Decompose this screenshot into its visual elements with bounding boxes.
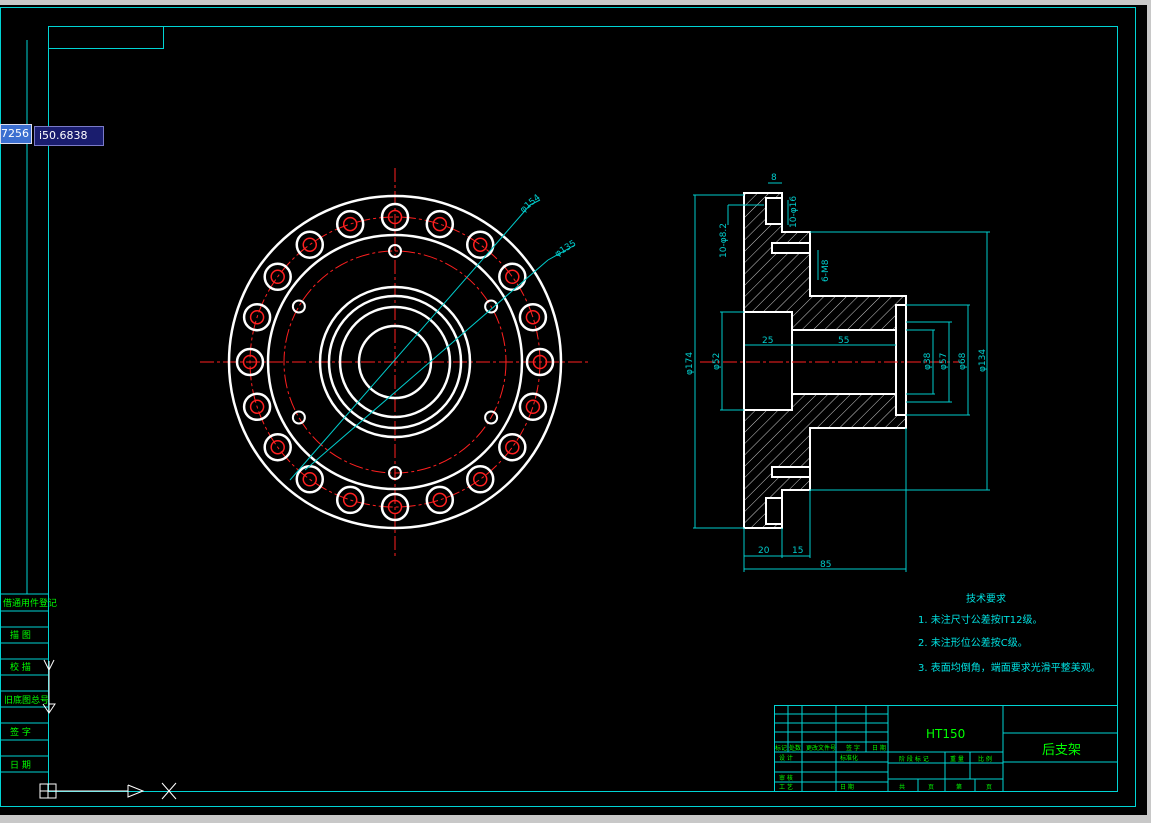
sheet-label-0: 共 [899, 783, 905, 791]
rev-header-4: 日 期 [872, 744, 886, 752]
margin-label-0: 借通用件登记 [3, 597, 57, 609]
large-bolt-hole [425, 485, 455, 515]
large-bolt-hole [295, 230, 325, 259]
tech-req-item-3: 3. 表面均倒角，端面要求光滑平整美观。 [918, 661, 1101, 674]
ucs-icon [39, 659, 177, 800]
dim-phi38: φ38 [923, 352, 933, 370]
margin-label-4: 签 字 [10, 726, 31, 738]
dim-6-m8: 6-M8 [821, 259, 831, 282]
margin-label-2: 校 描 [10, 661, 31, 673]
dim-10-phi16: 10-φ16 [789, 196, 799, 228]
row-label-design: 设 计 [779, 754, 793, 762]
tech-req-title: 技术要求 [966, 592, 1006, 605]
sheet-label-1: 页 [928, 784, 934, 791]
margin-label-1: 描 图 [10, 629, 31, 641]
dim-phi52: φ52 [712, 353, 722, 370]
rev-header-3: 签 字 [846, 744, 860, 752]
technical-requirements: 技术要求 1. 未注尺寸公差按IT12级。 2. 未注形位公差按C级。 3. 表… [918, 592, 1101, 674]
dim-top-8: 8 [771, 173, 777, 183]
dim-outer-diameter: φ154 [519, 193, 543, 216]
window-right-border [1147, 5, 1151, 823]
large-bolt-hole [518, 302, 548, 332]
large-bolt-hole [425, 209, 455, 239]
dim-phi174: φ174 [685, 352, 695, 375]
stage-header-2: 比 例 [978, 755, 992, 763]
dim-25: 25 [762, 336, 773, 346]
drawing-frame [0, 7, 1136, 807]
tech-req-item-1: 1. 未注尺寸公差按IT12级。 [918, 613, 1043, 626]
margin-label-3: 旧底图总号 [4, 694, 49, 706]
dim-pitch-diameter: φ135 [553, 239, 578, 260]
dim-phi68: φ68 [958, 352, 968, 370]
rev-header-1: 处数 [789, 744, 801, 752]
rev-header-0: 标记 [775, 744, 787, 752]
large-bolt-hole [465, 230, 495, 259]
title-block-texts: HT150 后支架 标记 处数 更改文件号 签 字 日 期 设 计 标准化 阶 … [775, 727, 1081, 791]
bottom-left-process: 工 艺 [779, 783, 793, 791]
rev-header-2: 更改文件号 [806, 744, 836, 752]
dim-55: 55 [838, 336, 849, 346]
large-bolt-hole [498, 262, 527, 292]
threaded-hole [291, 299, 306, 314]
coordinate-input-y[interactable]: i50.6838 [34, 126, 104, 146]
margin-label-5: 日 期 [10, 760, 31, 771]
large-bolt-hole [335, 209, 365, 239]
large-bolt-hole [465, 465, 495, 494]
dim-10-phi8-2: 10-φ8.2 [719, 223, 729, 258]
sheet-label-2: 第 [956, 783, 962, 791]
bottom-left-review: 审 核 [779, 774, 793, 782]
front-view: φ154 φ135 [200, 168, 590, 558]
large-bolt-hole [335, 485, 365, 515]
dim-15: 15 [792, 546, 803, 556]
coordinate-input-x[interactable]: 7256 [0, 124, 32, 144]
section-view: 8 10-φ16 10-φ8.2 6-M8 25 55 φ174 φ52 φ38… [685, 173, 990, 572]
threaded-hole [291, 410, 306, 425]
large-bolt-hole [498, 432, 527, 462]
tech-req-item-2: 2. 未注形位公差按C级。 [918, 636, 1028, 649]
part-name-text: 后支架 [1042, 743, 1081, 758]
cad-drawing-canvas[interactable]: 借通用件登记 描 图 校 描 旧底图总号 签 字 日 期 φ154 φ135 8… [0, 0, 1147, 815]
stage-header-0: 阶 段 标 记 [899, 755, 929, 763]
dim-85: 85 [820, 560, 831, 570]
dim-phi57: φ57 [939, 353, 949, 370]
dim-20: 20 [758, 546, 770, 556]
row-label-standard: 标准化 [840, 754, 858, 762]
stage-header-1: 重 量 [950, 755, 964, 763]
material-text: HT150 [926, 727, 965, 741]
front-view-centerlines [200, 168, 590, 558]
dim-phi134: φ134 [978, 349, 988, 372]
bottom-mid-date: 日 期 [840, 783, 854, 791]
large-bolt-hole [518, 392, 548, 422]
window-bottom-border [0, 815, 1151, 823]
sheet-label-3: 页 [986, 784, 992, 791]
